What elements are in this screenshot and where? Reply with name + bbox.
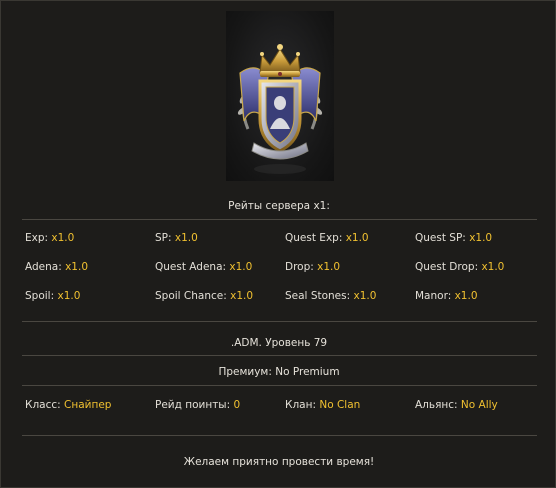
rate-quest-exp: Quest Exp: x1.0 — [285, 232, 369, 244]
rate-spoil-chance-value: x1.0 — [230, 290, 254, 302]
info-class: Класс: Снайпер — [25, 399, 111, 411]
rate-quest-drop-label: Quest Drop: — [415, 261, 479, 273]
info-raid-points-value: 0 — [233, 399, 241, 411]
rate-adena: Adena: x1.0 — [25, 261, 88, 273]
info-class-label: Класс: — [25, 399, 61, 411]
rate-spoil-chance: Spoil Chance: x1.0 — [155, 290, 253, 302]
rate-quest-drop: Quest Drop: x1.0 — [415, 261, 504, 273]
rate-spoil: Spoil: x1.0 — [25, 290, 80, 302]
rate-adena-value: x1.0 — [65, 261, 89, 273]
rate-seal-stones-value: x1.0 — [353, 290, 377, 302]
info-raid-points-label: Рейд поинты: — [155, 399, 231, 411]
premium-status: Премиум: No Premium — [218, 366, 340, 378]
info-alliance-label: Альянс: — [415, 399, 458, 411]
rate-manor: Manor: x1.0 — [415, 290, 478, 302]
rate-quest-sp-value: x1.0 — [469, 232, 493, 244]
server-info-window: Рейты сервера x1: Exp: x1.0 SP: x1.0 Que… — [0, 0, 556, 488]
rate-sp-label: SP: — [155, 232, 172, 244]
rate-seal-stones: Seal Stones: x1.0 — [285, 290, 376, 302]
info-class-value: Снайпер — [64, 399, 112, 411]
info-clan: Клан: No Clan — [285, 399, 360, 411]
rates-title: Рейты сервера x1: — [228, 200, 330, 212]
rate-quest-sp: Quest SP: x1.0 — [415, 232, 492, 244]
rate-quest-sp-label: Quest SP: — [415, 232, 466, 244]
farewell-message: Желаем приятно провести время! — [183, 456, 375, 468]
info-alliance: Альянс: No Ally — [415, 399, 498, 411]
rate-manor-value: x1.0 — [454, 290, 478, 302]
rate-adena-label: Adena: — [25, 261, 62, 273]
rate-quest-adena-value: x1.0 — [229, 261, 253, 273]
rate-exp-value: x1.0 — [51, 232, 75, 244]
rate-sp: SP: x1.0 — [155, 232, 198, 244]
rate-quest-drop-value: x1.0 — [481, 261, 505, 273]
rate-exp: Exp: x1.0 — [25, 232, 74, 244]
divider — [22, 355, 537, 356]
divider — [22, 321, 537, 322]
rate-spoil-chance-label: Spoil Chance: — [155, 290, 227, 302]
rate-sp-value: x1.0 — [174, 232, 198, 244]
info-alliance-value: No Ally — [460, 399, 498, 411]
crest-emblem-icon — [226, 11, 334, 181]
rate-quest-exp-label: Quest Exp: — [285, 232, 343, 244]
rate-seal-stones-label: Seal Stones: — [285, 290, 351, 302]
rate-spoil-label: Spoil: — [25, 290, 55, 302]
divider — [22, 435, 537, 436]
rate-quest-exp-value: x1.0 — [345, 232, 369, 244]
info-clan-label: Клан: — [285, 399, 317, 411]
divider — [22, 385, 537, 386]
rate-exp-label: Exp: — [25, 232, 49, 244]
info-raid-points: Рейд поинты: 0 — [155, 399, 240, 411]
rate-drop-label: Drop: — [285, 261, 314, 273]
info-clan-value: No Clan — [319, 399, 361, 411]
divider — [22, 219, 537, 220]
character-name-level: .ADM. Уровень 79 — [230, 337, 328, 349]
rate-quest-adena: Quest Adena: x1.0 — [155, 261, 252, 273]
rate-drop: Drop: x1.0 — [285, 261, 340, 273]
rate-drop-value: x1.0 — [317, 261, 341, 273]
rate-spoil-value: x1.0 — [57, 290, 81, 302]
rate-quest-adena-label: Quest Adena: — [155, 261, 227, 273]
rate-manor-label: Manor: — [415, 290, 452, 302]
